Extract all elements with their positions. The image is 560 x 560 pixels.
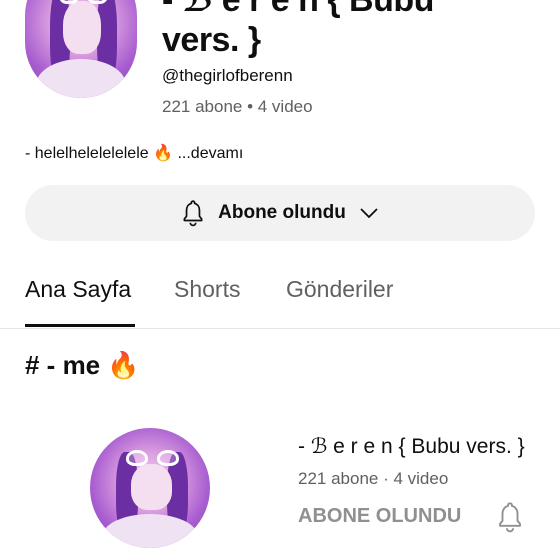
channel-handle: @thegirlofberenn [162, 66, 293, 85]
tab-shorts-label: Shorts [174, 276, 241, 302]
tab-posts[interactable]: Gönderiler [286, 276, 393, 326]
channel-tabs: Ana Sayfa Shorts Gönderiler [0, 262, 560, 329]
channel-title-line2: vers. } [162, 21, 261, 59]
tab-home-label: Ana Sayfa [25, 276, 132, 302]
featured-subscribed-button[interactable]: ABONE OLUNDU [298, 505, 461, 528]
active-tab-indicator [25, 324, 135, 327]
featured-channel-name[interactable]: - ℬ e r e n { Bubu vers. } [298, 434, 525, 459]
bell-icon[interactable] [495, 500, 525, 534]
chevron-down-icon [360, 208, 378, 219]
tab-home[interactable]: Ana Sayfa [25, 276, 135, 327]
subscribed-button[interactable]: Abone olundu [25, 185, 535, 241]
channel-description[interactable]: - helelhelelelelele 🔥 ...devamı [25, 143, 243, 163]
section-title: # - me 🔥 [25, 350, 140, 380]
bell-icon [183, 200, 203, 227]
channel-meta: 221 abone • 4 video [162, 97, 313, 116]
channel-title-line1: - ℬ e r e n { Bubu [162, 0, 434, 19]
featured-channel-meta: 221 abone · 4 video [298, 469, 449, 488]
tab-shorts[interactable]: Shorts [174, 276, 240, 326]
tab-posts-label: Gönderiler [286, 276, 394, 302]
featured-channel-avatar[interactable] [90, 428, 210, 548]
channel-avatar[interactable] [25, 0, 137, 98]
subscribed-button-label: Abone olundu [218, 202, 346, 223]
channel-title: - ℬ e r e n { Bubu vers. } [162, 0, 542, 60]
